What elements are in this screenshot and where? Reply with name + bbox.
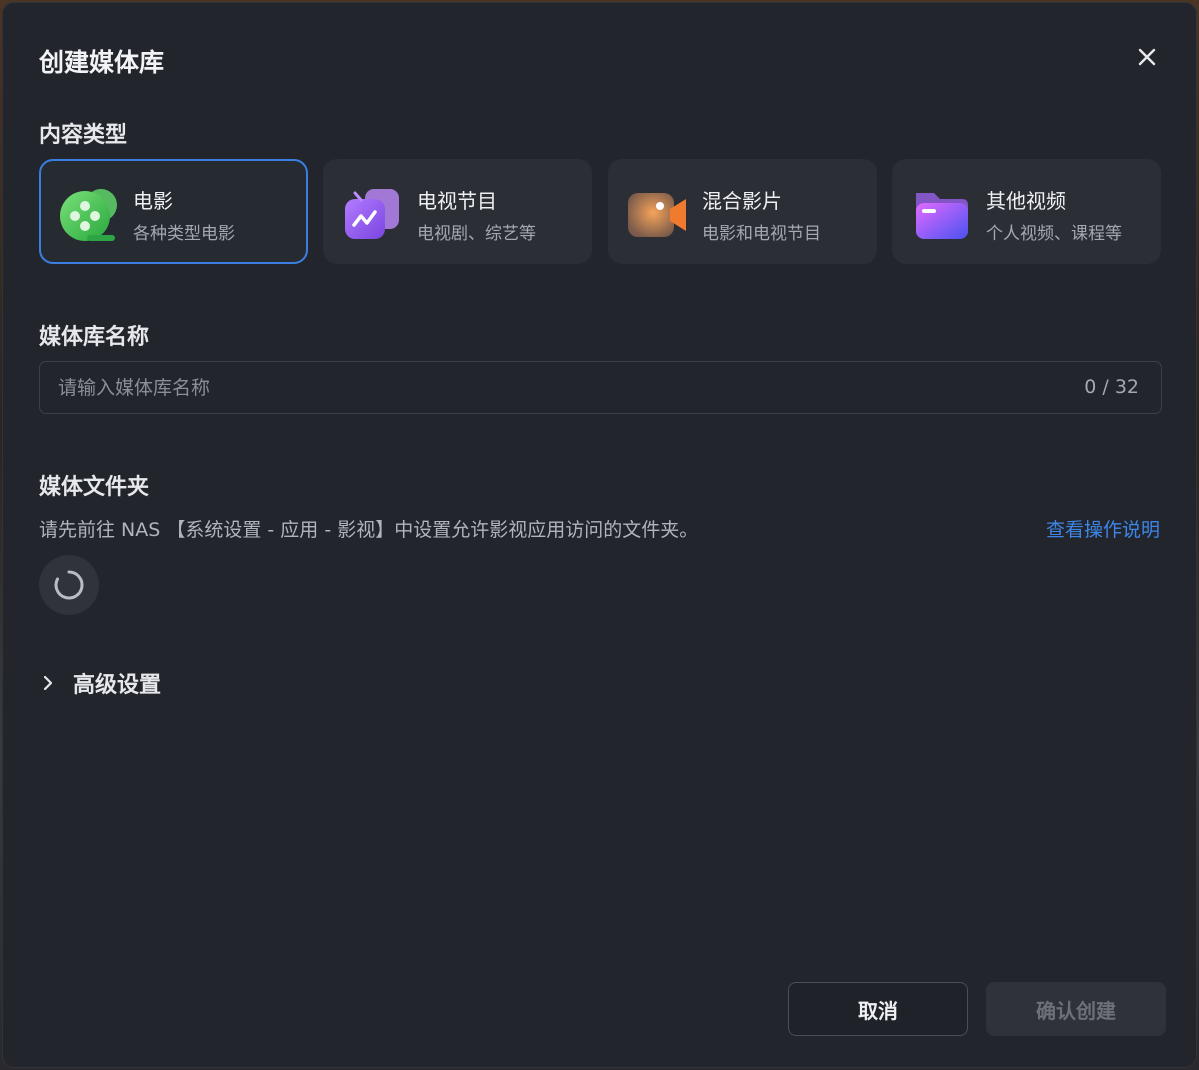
spinner-icon [54,570,84,600]
type-label: 其他视频 [986,189,1066,213]
help-link[interactable]: 查看操作说明 [1046,515,1160,542]
content-type-heading: 内容类型 [39,123,128,148]
close-button[interactable] [1133,43,1161,71]
folder-icon [916,193,968,239]
type-card-other[interactable]: 其他视频 个人视频、课程等 [892,159,1161,264]
type-label: 电视节目 [417,189,497,213]
library-name-heading: 媒体库名称 [39,325,150,350]
library-name-field: 0 / 32 [39,361,1162,414]
media-folder-heading: 媒体文件夹 [39,475,150,500]
tv-icon [345,189,399,239]
type-card-movie[interactable]: 电影 各种类型电影 [39,159,308,264]
advanced-settings-label: 高级设置 [73,673,162,698]
film-reel-icon [60,189,117,241]
video-camera-icon [628,193,686,237]
type-card-mixed[interactable]: 混合影片 电影和电视节目 [608,159,877,264]
advanced-settings-toggle[interactable]: 高级设置 [41,667,161,699]
library-name-input[interactable] [58,362,1018,413]
chevron-right-icon [43,675,53,691]
cancel-button[interactable]: 取消 [788,982,968,1036]
type-description: 个人视频、课程等 [986,224,1122,244]
loading-indicator [39,555,99,615]
create-library-dialog: 创建媒体库 内容类型 电影 各种类型电影 电视节目 电视剧、综艺等 混合影片 电… [2,2,1197,1068]
character-counter: 0 / 32 [1084,376,1139,398]
confirm-create-button[interactable]: 确认创建 [986,982,1166,1036]
dialog-title: 创建媒体库 [39,48,165,77]
type-description: 各种类型电影 [133,224,235,244]
close-icon [1138,48,1156,66]
type-label: 混合影片 [702,189,782,213]
type-label: 电影 [133,189,173,213]
type-card-tv[interactable]: 电视节目 电视剧、综艺等 [323,159,592,264]
type-description: 电影和电视节目 [702,224,821,244]
folder-hint-text: 请先前往 NAS 【系统设置 - 应用 - 影视】中设置允许影视应用访问的文件夹… [39,519,699,541]
type-description: 电视剧、综艺等 [417,224,536,244]
